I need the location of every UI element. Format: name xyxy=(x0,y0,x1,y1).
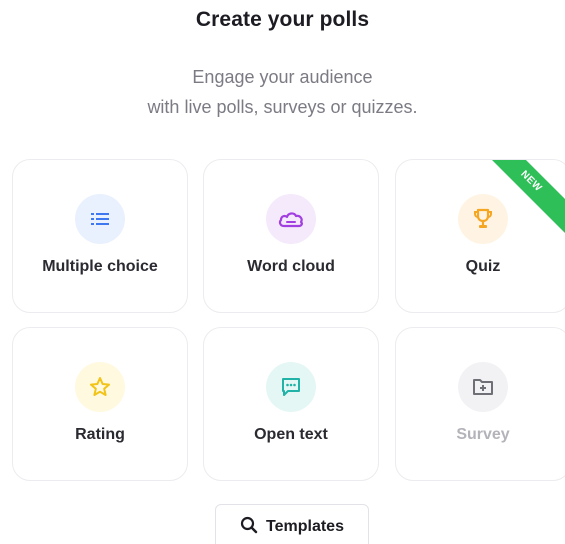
subtitle-line-2: with live polls, surveys or quizzes. xyxy=(147,97,418,117)
poll-type-card-survey[interactable]: Survey xyxy=(395,327,565,481)
card-label-multiple-choice: Multiple choice xyxy=(42,258,158,275)
card-label-rating: Rating xyxy=(75,426,125,443)
card-label-quiz: Quiz xyxy=(465,258,501,275)
templates-button[interactable]: Templates xyxy=(215,504,369,544)
poll-type-card-quiz[interactable]: NEW Quiz xyxy=(395,159,565,313)
trophy-icon xyxy=(458,194,508,244)
card-label-open-text: Open text xyxy=(254,426,328,443)
chat-icon xyxy=(266,362,316,412)
folder-plus-icon xyxy=(458,362,508,412)
poll-type-card-multiple-choice[interactable]: Multiple choice xyxy=(12,159,188,313)
poll-type-card-open-text[interactable]: Open text xyxy=(203,327,379,481)
poll-type-card-rating[interactable]: Rating xyxy=(12,327,188,481)
star-icon xyxy=(75,362,125,412)
create-polls-page: Create your polls Engage your audience w… xyxy=(0,0,565,544)
cloud-icon xyxy=(266,194,316,244)
templates-button-label: Templates xyxy=(266,518,344,535)
poll-type-card-word-cloud[interactable]: Word cloud xyxy=(203,159,379,313)
search-icon xyxy=(240,516,258,539)
card-label-survey: Survey xyxy=(456,426,510,443)
list-icon xyxy=(75,194,125,244)
page-title: Create your polls xyxy=(195,8,370,31)
subtitle-line-1: Engage your audience xyxy=(192,67,373,87)
card-label-word-cloud: Word cloud xyxy=(247,258,335,275)
page-subtitle: Engage your audience with live polls, su… xyxy=(0,62,565,122)
